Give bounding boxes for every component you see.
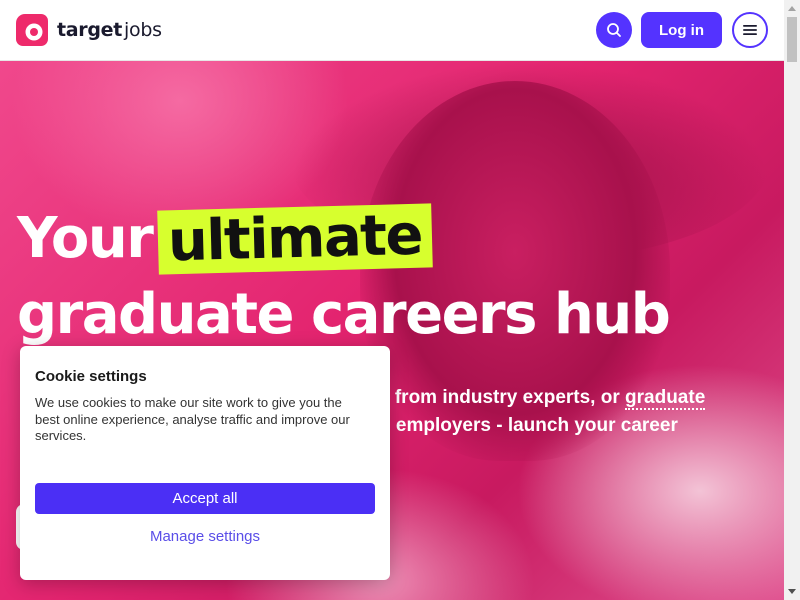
page-scrollbar[interactable]: [784, 0, 800, 600]
manage-settings-link[interactable]: Manage settings: [35, 528, 375, 545]
header-actions: Log in: [596, 12, 768, 48]
hamburger-menu-icon: [743, 25, 757, 35]
hero-subtitle-part-2: g employers - launch your career: [379, 415, 678, 436]
logo-word-target: target: [57, 19, 123, 41]
search-button[interactable]: [596, 12, 632, 48]
logo-wordmark: target jobs: [57, 19, 162, 41]
cookie-dialog-title: Cookie settings: [35, 368, 147, 385]
login-button[interactable]: Log in: [641, 12, 722, 48]
hero-title-highlight: ultimate: [157, 203, 434, 275]
targetjobs-logo[interactable]: target jobs: [16, 14, 162, 46]
accept-all-button[interactable]: Accept all: [35, 483, 375, 514]
hero-title-line-2: graduate careers hub: [17, 282, 671, 347]
cookie-settings-dialog: Cookie settings We use cookies to make o…: [20, 346, 390, 580]
search-icon: [607, 23, 621, 37]
scroll-down-arrow-icon[interactable]: [784, 583, 800, 600]
hero-subtitle-link-graduate[interactable]: graduate: [625, 387, 706, 410]
hero-subtitle-part-1: e from industry experts, or: [379, 387, 620, 408]
site-header: target jobs Log in: [0, 0, 784, 61]
logo-mark-icon: [16, 14, 48, 46]
hero-title-word-your: Your: [17, 206, 154, 271]
menu-button[interactable]: [732, 12, 768, 48]
cookie-dialog-text: We use cookies to make our site work to …: [35, 395, 350, 443]
scrollbar-thumb[interactable]: [787, 17, 797, 62]
scroll-up-arrow-icon[interactable]: [784, 0, 800, 17]
hero-title-line-1: Your ultimate: [17, 201, 669, 277]
hero-title: Your ultimate graduate careers hub: [17, 201, 671, 353]
logo-word-jobs: jobs: [124, 19, 162, 41]
